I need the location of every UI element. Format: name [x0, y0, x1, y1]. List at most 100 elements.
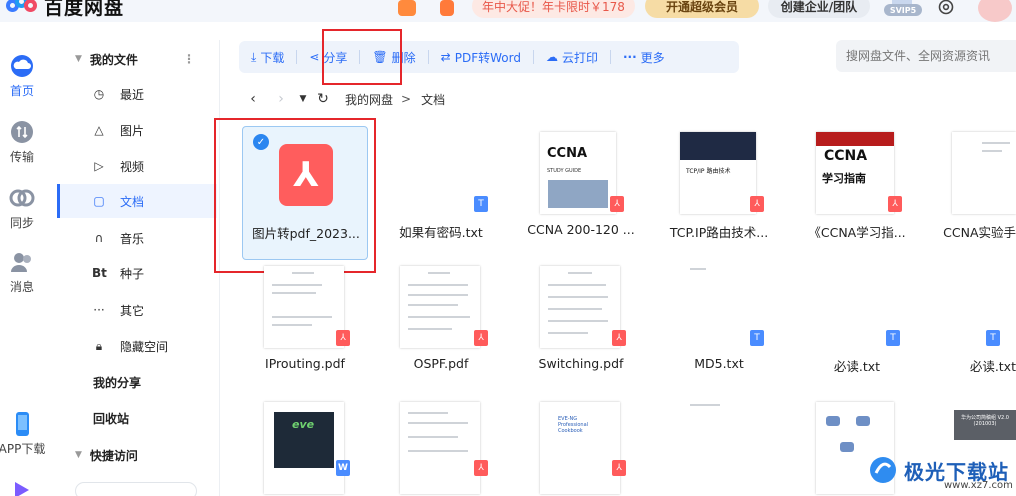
vip-button[interactable]: 开通超级会员 — [645, 0, 759, 18]
sidebar-item-torrents[interactable]: Bt 种子 — [57, 256, 217, 290]
clock-icon: ◷ — [93, 87, 105, 101]
history-dropdown-icon[interactable]: ▼ — [295, 94, 311, 104]
more-dots-icon: ··· — [622, 50, 637, 64]
cloud-print-icon: ☁︎ — [545, 50, 558, 64]
file-item[interactable]: TCP/IP 路由技术 ⅄ TCP.IP路由技术... — [656, 126, 782, 260]
rail-item-home[interactable]: 首页 — [0, 54, 44, 99]
app-window: 百度网盘 年中大促！年卡限时￥178 开通超级会员 创建企业/团队 SVIP5 … — [0, 0, 1016, 496]
cover-subtitle: STUDY GUIDE — [547, 168, 582, 174]
file-item[interactable]: EVE-NG Professional Cookbook ⅄ — [518, 398, 644, 496]
sidebar-item-recent[interactable]: ◷ 最近 — [57, 77, 217, 111]
pdf-to-word-button[interactable]: ⇄ PDF转Word — [429, 47, 533, 67]
text-line — [408, 436, 458, 438]
sidebar: ▼ 我的文件 ⋮ ◷ 最近 △ 图片 ▷ 视频 ▢ 文档 ∩ 音乐 Bt 种子 — [57, 40, 220, 496]
file-item[interactable]: ⅄ Switching.pdf — [518, 262, 644, 396]
transfer-icon — [11, 121, 33, 143]
text-line — [548, 320, 608, 322]
sidebar-item-images[interactable]: △ 图片 — [57, 113, 217, 147]
text-line — [548, 332, 588, 334]
breadcrumb-current: 文档 — [421, 92, 446, 107]
search-input[interactable] — [836, 40, 1016, 72]
more-label: 更多 — [640, 50, 665, 65]
file-item[interactable]: T 如果有密码.txt — [378, 126, 504, 260]
more-icon: ··· — [93, 303, 105, 317]
rail-item-app-download[interactable]: APP下载 — [0, 412, 48, 457]
txt-file-icon: T — [986, 330, 1000, 346]
sidebar-item-label: 文档 — [120, 194, 145, 209]
sidebar-item-label: 图片 — [120, 123, 145, 138]
share-icon: ⋖ — [309, 50, 320, 64]
file-item[interactable]: T MD5.txt — [656, 262, 782, 396]
file-name: 《CCNA学习指... — [808, 225, 906, 240]
rail-item-sync[interactable]: 同步 — [0, 186, 44, 231]
gift-icon[interactable] — [440, 0, 454, 16]
breadcrumb-root[interactable]: 我的网盘 — [345, 91, 393, 108]
file-item[interactable]: eve W — [242, 398, 368, 496]
sidebar-item-others[interactable]: ··· 其它 — [57, 293, 217, 327]
sidebar-item-music[interactable]: ∩ 音乐 — [57, 221, 217, 255]
cover-title: EVE-NG Professional Cookbook — [558, 416, 589, 434]
diagram-node — [840, 442, 854, 452]
sync-icon — [9, 189, 35, 207]
text-line — [292, 272, 314, 274]
sidebar-my-files[interactable]: ▼ 我的文件 ⋮ — [57, 42, 217, 76]
sidebar-item-label: 视频 — [120, 159, 145, 174]
refresh-icon[interactable]: ↻ — [311, 91, 335, 107]
sidebar-quick-access[interactable]: ▼ 快捷访问 — [57, 438, 217, 472]
caret-down-icon: ▼ — [75, 54, 82, 64]
convert-icon: ⇄ — [440, 50, 451, 64]
file-item[interactable] — [656, 398, 782, 496]
promo-banner[interactable]: 年中大促！年卡限时￥178 — [472, 0, 635, 18]
more-vertical-icon[interactable]: ⋮ — [183, 52, 195, 66]
rail-item-transfer[interactable]: 传输 — [0, 120, 44, 165]
sidebar-recycle-bin[interactable]: 回收站 — [57, 401, 217, 435]
rail-item-message[interactable]: 消息 — [0, 250, 44, 295]
file-item[interactable]: CCNA 学习指南 ⅄ 《CCNA学习指... — [794, 126, 920, 260]
more-button[interactable]: ··· 更多 — [611, 47, 677, 67]
text-line — [548, 308, 602, 310]
file-name: CCNA实验手 — [943, 225, 1016, 240]
file-item[interactable]: ⅄ IProuting.pdf — [242, 262, 368, 396]
sidebar-item-documents[interactable]: ▢ 文档 — [57, 184, 217, 218]
file-item[interactable]: CCNA实验手 — [930, 126, 1016, 260]
document-icon: ▢ — [93, 194, 105, 208]
phone-icon — [16, 412, 29, 436]
text-line — [272, 324, 312, 326]
avatar[interactable]: SVIP5 — [884, 0, 922, 16]
sidebar-item-hidden-space[interactable]: 🔒︎ 隐藏空间 — [57, 329, 217, 363]
text-line — [408, 412, 448, 414]
txt-file-icon: T — [750, 330, 764, 346]
app-logo[interactable]: 百度网盘 — [6, 0, 124, 20]
file-item[interactable]: ⅄ — [378, 398, 504, 496]
cloud-print-label: 云打印 — [561, 50, 598, 65]
pdf-badge-icon: ⅄ — [336, 330, 350, 346]
headphones-icon: ∩ — [94, 231, 104, 245]
download-icon: ⤓ — [251, 49, 257, 64]
back-icon[interactable]: ‹ — [239, 91, 267, 107]
file-item[interactable]: ⅄ OSPF.pdf — [378, 262, 504, 396]
image-icon: △ — [94, 123, 104, 137]
game-icon[interactable] — [398, 0, 416, 16]
pdf-to-word-label: PDF转Word — [454, 50, 521, 65]
quick-access-drop-zone[interactable] — [75, 482, 197, 496]
file-item[interactable]: CCNA STUDY GUIDE ⅄ CCNA 200-120 ... — [518, 126, 644, 260]
text-line — [408, 422, 468, 424]
sidebar-quick-access-label: 快捷访问 — [89, 448, 138, 463]
sidebar-item-videos[interactable]: ▷ 视频 — [57, 149, 217, 183]
download-button[interactable]: ⤓ 下载 — [239, 47, 296, 67]
sidebar-my-share[interactable]: 我的分享 — [57, 365, 217, 399]
download-label: 下载 — [260, 50, 285, 65]
gear-icon[interactable] — [937, 0, 955, 16]
file-item[interactable]: T 必读.txt — [930, 262, 1016, 396]
cloud-print-button[interactable]: ☁︎ 云打印 — [534, 47, 610, 67]
text-line — [272, 292, 316, 294]
left-rail: 首页 传输 同步 消息 APP下载 — [0, 40, 45, 496]
file-item[interactable]: T 必读.txt — [794, 262, 920, 396]
cover-red-band — [816, 132, 894, 146]
app-logo-small-icon — [15, 482, 29, 496]
file-name: 必读.txt — [833, 359, 881, 374]
document-preview — [540, 266, 620, 348]
mascot-icon[interactable] — [978, 0, 1012, 22]
forward-icon[interactable]: › — [267, 91, 295, 107]
create-enterprise-button[interactable]: 创建企业/团队 — [768, 0, 870, 18]
